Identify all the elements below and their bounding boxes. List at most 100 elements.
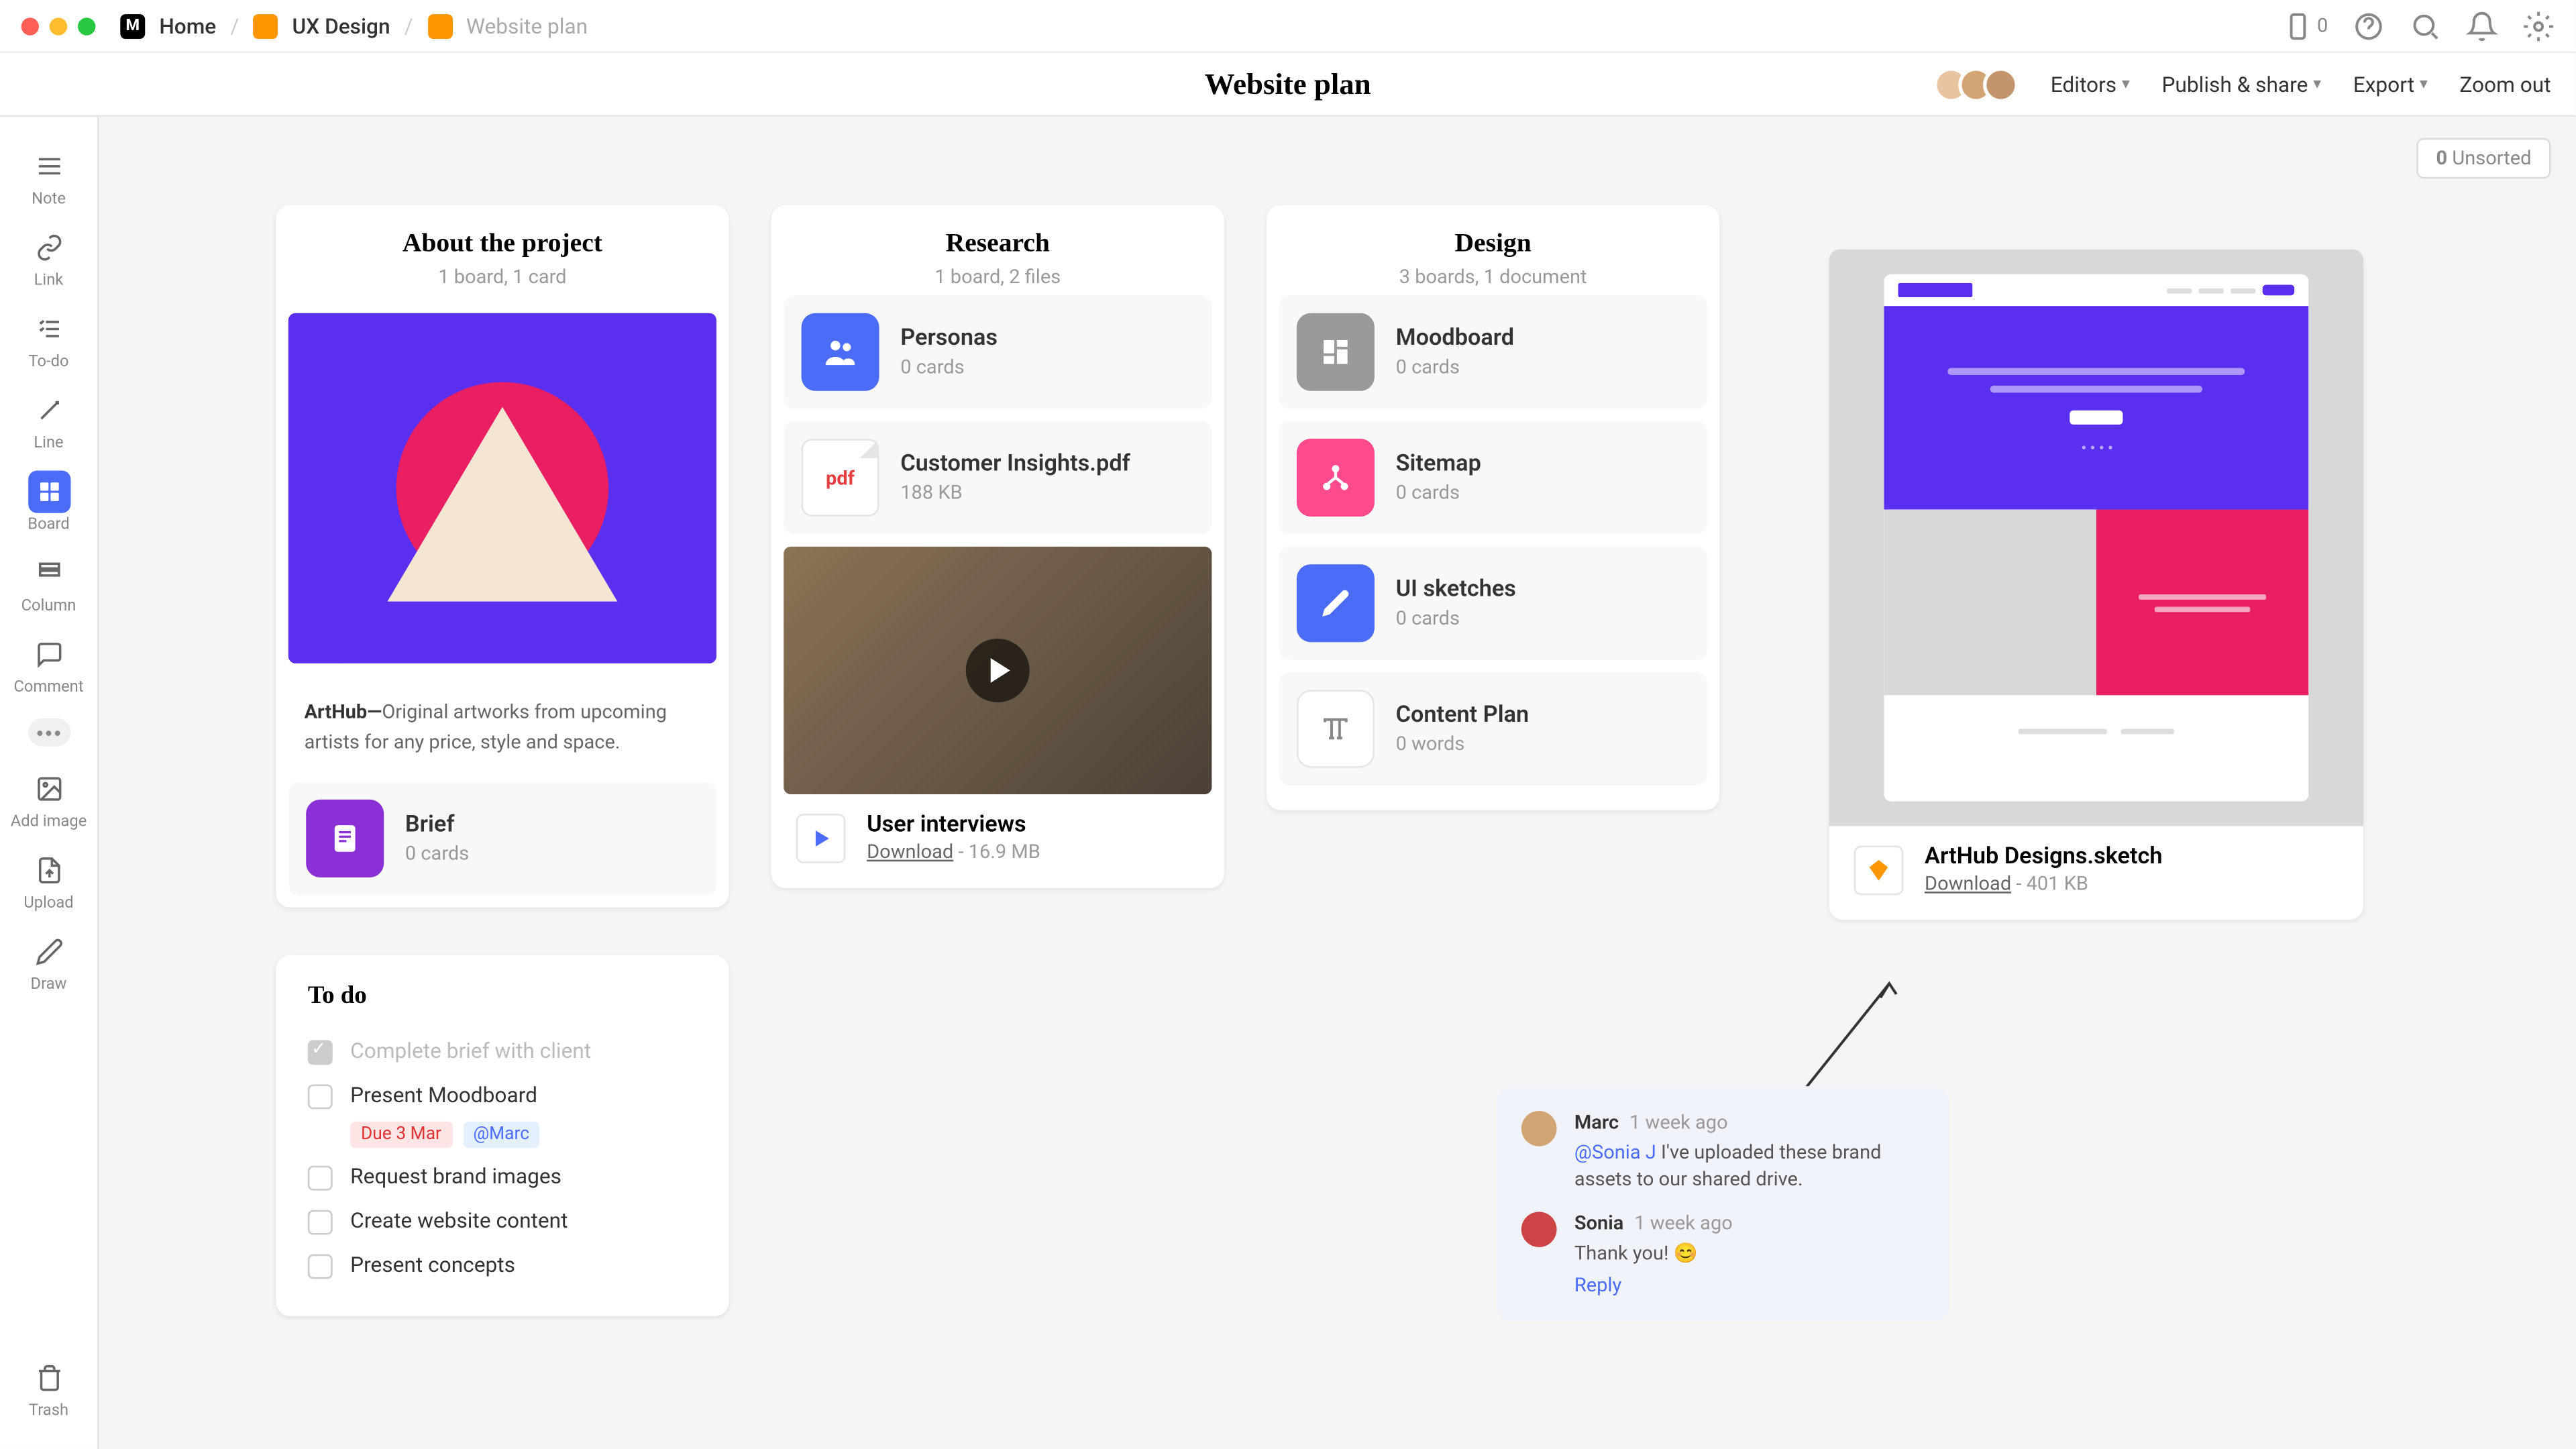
card-sitemap[interactable]: Sitemap0 cards (1279, 421, 1707, 535)
card-content-plan[interactable]: Content Plan0 words (1279, 672, 1707, 786)
tool-line[interactable]: Line (0, 382, 97, 460)
card-brief[interactable]: Brief0 cards (288, 782, 716, 896)
board-title: About the project (301, 230, 704, 260)
tool-add-image[interactable]: Add image (0, 761, 97, 839)
todo-item[interactable]: Request brand images (308, 1155, 697, 1199)
breadcrumb-separator: / (230, 13, 239, 38)
link-icon (28, 227, 70, 269)
checkbox[interactable] (308, 1084, 333, 1109)
tool-board[interactable]: Board (0, 464, 97, 541)
sketch-preview: ■ ArtHub (1829, 250, 2363, 826)
card-ui-sketches[interactable]: UI sketches0 cards (1279, 547, 1707, 660)
comment-icon (28, 633, 70, 676)
header: Website plan Editors▾ Publish & share▾ E… (0, 53, 2575, 117)
todo-title: To do (308, 983, 697, 1012)
card-insights-pdf[interactable]: pdf Customer Insights.pdf188 KB (784, 421, 1212, 535)
board-design[interactable]: Design3 boards, 1 document Moodboard0 ca… (1267, 205, 1719, 810)
tool-todo[interactable]: To-do (0, 301, 97, 378)
comment-thread[interactable]: Marc1 week ago @Sonia J I've uploaded th… (1497, 1086, 1949, 1322)
pencil-icon (1297, 564, 1375, 642)
maximize-window-icon[interactable] (78, 17, 95, 34)
device-icon[interactable]: 0 (2282, 10, 2328, 42)
checkbox-checked[interactable] (308, 1040, 333, 1065)
column-icon (28, 552, 70, 594)
page-title: Website plan (1205, 66, 1371, 102)
app-logo-icon[interactable]: M (120, 13, 145, 38)
pencil-icon (28, 930, 70, 973)
play-icon (966, 639, 1030, 702)
card-personas[interactable]: Personas0 cards (784, 295, 1212, 409)
todo-card[interactable]: To do Complete brief with client Present… (276, 955, 729, 1316)
tool-note[interactable]: Note (0, 138, 97, 216)
avatar (1521, 1212, 1557, 1247)
search-icon[interactable] (2410, 10, 2441, 42)
comment: Marc1 week ago @Sonia J I've uploaded th… (1521, 1111, 1925, 1193)
avatar (1984, 66, 2019, 102)
download-link[interactable]: Download (867, 841, 953, 863)
traffic-lights (21, 17, 96, 34)
checkbox[interactable] (308, 1210, 333, 1235)
checklist-icon (28, 308, 70, 350)
mention[interactable]: @Sonia J (1574, 1141, 1656, 1164)
breadcrumb-ux[interactable]: UX Design (292, 13, 390, 38)
folder-icon (254, 13, 278, 38)
tool-link[interactable]: Link (0, 219, 97, 297)
board-subtitle: 1 board, 1 card (301, 266, 704, 288)
export-dropdown[interactable]: Export▾ (2353, 72, 2428, 97)
chevron-down-icon: ▾ (2420, 75, 2428, 93)
close-window-icon[interactable] (21, 17, 39, 34)
breadcrumb-separator: / (405, 13, 413, 38)
minimize-window-icon[interactable] (50, 17, 67, 34)
chevron-down-icon: ▾ (2122, 75, 2130, 93)
todo-item[interactable]: Create website content (308, 1199, 697, 1244)
sketch-file-icon (1854, 845, 1904, 894)
canvas[interactable]: 0 Unsorted About the project 1 board, 1 c… (99, 117, 2576, 1449)
todo-item[interactable]: Complete brief with client (308, 1030, 697, 1074)
grid-icon (1297, 313, 1375, 391)
board-subtitle: 3 boards, 1 document (1291, 266, 1695, 288)
toolbar-sidebar: Note Link To-do Line Board Column Commen… (0, 117, 99, 1449)
bell-icon[interactable] (2466, 10, 2498, 42)
comment: Sonia1 week ago Thank you! 😊 Reply (1521, 1212, 1925, 1297)
reply-button[interactable]: Reply (1574, 1274, 1925, 1297)
board-subtitle: 1 board, 2 files (796, 266, 1199, 288)
sitemap-icon (1297, 439, 1375, 517)
todo-item[interactable]: Present Moodboard (308, 1074, 697, 1118)
more-tools-button[interactable] (28, 718, 70, 747)
tool-column[interactable]: Column (0, 545, 97, 623)
folder-icon (427, 13, 452, 38)
video-thumbnail[interactable] (784, 547, 1212, 794)
card-user-interviews[interactable]: User interviewsDownload - 16.9 MB (771, 794, 1224, 888)
zoom-out-button[interactable]: Zoom out (2459, 72, 2551, 97)
unsorted-pill[interactable]: 0 Unsorted (2417, 138, 2551, 179)
help-icon[interactable] (2353, 10, 2384, 42)
avatar (1521, 1111, 1557, 1146)
card-designs-sketch[interactable]: ■ ArtHub ArtHub Designs.sketchDownload -… (1829, 250, 2363, 920)
tool-comment[interactable]: Comment (0, 626, 97, 704)
arthub-logo: ■ ArtHub (1898, 283, 1973, 297)
breadcrumb: M Home / UX Design / Website plan (120, 13, 588, 38)
card-moodboard[interactable]: Moodboard0 cards (1279, 295, 1707, 409)
checkbox[interactable] (308, 1166, 333, 1191)
board-about[interactable]: About the project 1 board, 1 card ArtHub—… (276, 205, 729, 908)
document-icon (306, 800, 384, 877)
line-icon (28, 389, 70, 431)
todo-item[interactable]: Present concepts (308, 1244, 697, 1288)
board-research[interactable]: Research 1 board, 2 files Personas0 cards… (771, 205, 1224, 888)
breadcrumb-home[interactable]: Home (159, 13, 216, 38)
gear-icon[interactable] (2522, 10, 2554, 42)
editors-dropdown[interactable]: Editors▾ (2051, 72, 2130, 97)
download-link[interactable]: Download (1925, 872, 2011, 895)
tool-upload[interactable]: Upload (0, 842, 97, 920)
tool-draw[interactable]: Draw (0, 924, 97, 1002)
note-icon (28, 145, 70, 187)
due-tag[interactable]: Due 3 Mar (350, 1122, 452, 1148)
project-description: ArtHub—Original artworks from upcoming a… (276, 681, 729, 782)
board-title: Research (796, 230, 1199, 260)
tool-trash[interactable]: Trash (0, 1350, 97, 1428)
editor-avatars[interactable] (1945, 66, 2019, 102)
mention-tag[interactable]: @Marc (463, 1122, 540, 1148)
checkbox[interactable] (308, 1254, 333, 1279)
board-icon (28, 470, 70, 513)
publish-dropdown[interactable]: Publish & share▾ (2161, 72, 2321, 97)
